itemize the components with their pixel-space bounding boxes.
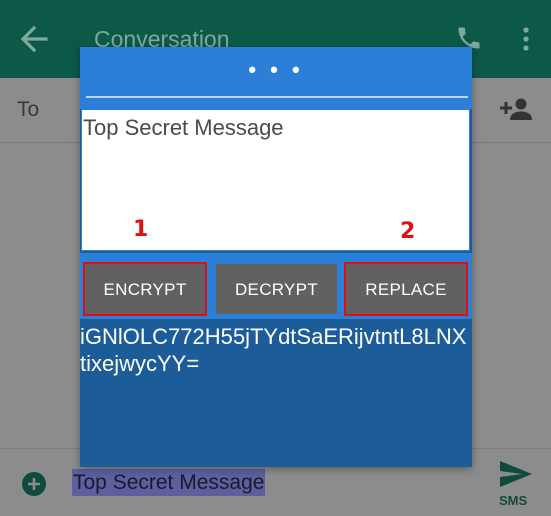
encryption-dialog: • • • Top Secret Message ENCRYPT DECRYPT…: [80, 47, 472, 467]
replace-button[interactable]: REPLACE: [346, 264, 466, 314]
drag-handle[interactable]: • • •: [80, 57, 472, 83]
annotation-marker-2: 2: [400, 219, 416, 244]
more-vert-icon[interactable]: [518, 26, 534, 52]
ciphertext-output: iGNlOLC772H55jTYdtSaERijvtntL8LNXtixejwy…: [80, 324, 467, 376]
annotation-marker-1: 1: [133, 217, 149, 242]
send-icon[interactable]: [498, 459, 534, 489]
header-divider: [86, 96, 468, 98]
dialog-header: • • •: [80, 47, 472, 109]
arrow-back-icon[interactable]: [20, 22, 48, 56]
send-sms-label[interactable]: SMS: [499, 493, 527, 508]
encrypt-button[interactable]: ENCRYPT: [85, 264, 205, 314]
decrypt-button[interactable]: DECRYPT: [216, 264, 337, 314]
add-person-icon[interactable]: [500, 96, 534, 122]
message-draft[interactable]: Top Secret Message: [72, 469, 266, 496]
add-circle-icon[interactable]: [21, 471, 47, 497]
to-label: To: [17, 98, 40, 121]
